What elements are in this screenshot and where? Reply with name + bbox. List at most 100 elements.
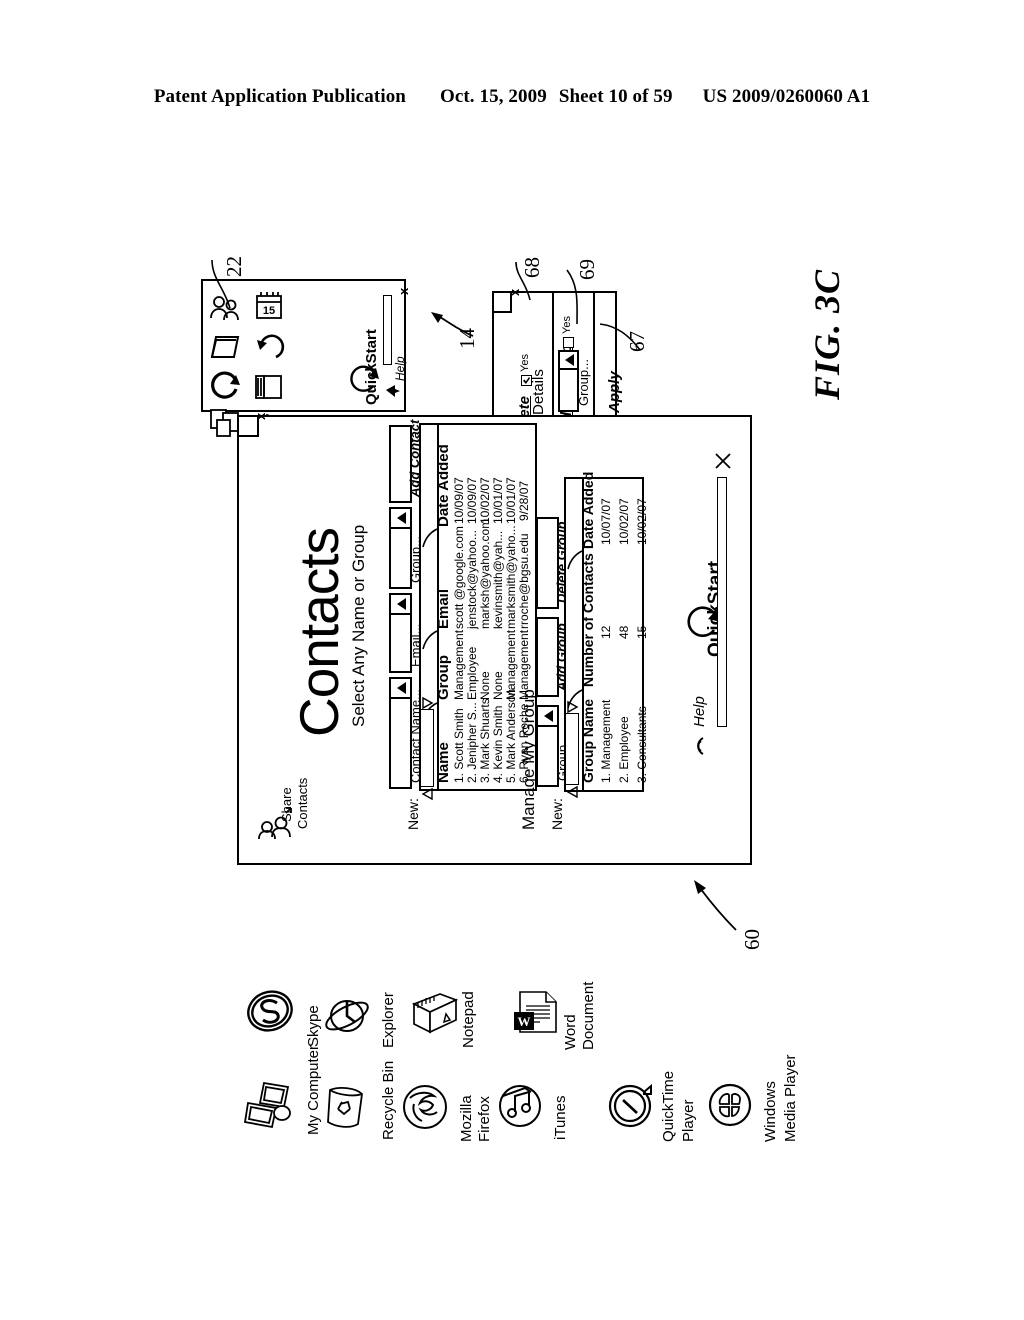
contacts-close-button[interactable]: x bbox=[237, 413, 268, 437]
col-header-group: Group bbox=[435, 655, 452, 700]
ref-numeral-22: 22 bbox=[222, 256, 246, 277]
ref-numeral-67: 67 bbox=[625, 331, 649, 352]
chevron-down-icon bbox=[565, 354, 574, 366]
help-phone-icon[interactable] bbox=[687, 735, 707, 757]
cell-name: 5. Mark Anderson bbox=[504, 688, 518, 783]
cell-name: 1. Scott Smith bbox=[452, 708, 466, 783]
share-contacts-label-2: Contacts bbox=[295, 777, 310, 829]
quickstart-brand: QuickStart bbox=[363, 329, 380, 405]
svg-text:W: W bbox=[518, 1014, 531, 1029]
quickstart-close-label[interactable]: x bbox=[396, 288, 411, 295]
tools-icon[interactable] bbox=[713, 451, 733, 471]
cell-date: 10/09/07 bbox=[465, 477, 479, 524]
ref-numeral-60: 60 bbox=[740, 929, 764, 950]
cell-group: None bbox=[478, 671, 492, 700]
manage-group-new-label: New: bbox=[549, 798, 565, 830]
cell-group: Employee bbox=[465, 646, 479, 700]
cell-date: 10/01/07 bbox=[504, 477, 518, 524]
desktop-icon-label: Notepad bbox=[460, 991, 477, 1048]
scroll-down-arrow-icon[interactable] bbox=[421, 696, 434, 710]
quickstart-progress-bar bbox=[383, 295, 392, 365]
word-document-icon: W bbox=[510, 988, 562, 1038]
desktop-icon-label-2: Media Player bbox=[782, 1054, 799, 1142]
folder-icon[interactable] bbox=[208, 331, 242, 365]
desktop-icon-label: Windows bbox=[762, 1081, 779, 1142]
scroll-up-arrow-icon[interactable] bbox=[421, 787, 434, 801]
delete-yes-checkbox[interactable] bbox=[521, 375, 532, 386]
cell-date: 10/02/07 bbox=[478, 477, 492, 524]
page-title: Contacts bbox=[288, 527, 350, 737]
desktop-icon-label: QuickTime bbox=[660, 1070, 677, 1142]
chevron-down-icon bbox=[544, 710, 553, 722]
cell-email: kevinsmith@yah... bbox=[491, 530, 505, 629]
cell-email: rroche@bgsu.edu bbox=[517, 533, 531, 629]
cell-group: Management bbox=[504, 629, 518, 700]
cell-group: None bbox=[491, 671, 505, 700]
new-contact-label: New: bbox=[405, 798, 421, 830]
cell-group-date: 10/07/07 bbox=[599, 498, 613, 545]
cell-name: 2. Jenipher S... bbox=[465, 702, 479, 783]
ref-numeral-68: 68 bbox=[520, 257, 544, 278]
desktop-icon-label: Skype bbox=[305, 1005, 322, 1047]
skype-icon bbox=[244, 985, 296, 1037]
chevron-down-icon bbox=[397, 682, 406, 694]
help-arrow-icon[interactable] bbox=[386, 385, 400, 397]
quicktime-player-icon bbox=[605, 1080, 655, 1130]
chevron-down-icon bbox=[397, 598, 406, 610]
desktop-icon-label: Word bbox=[562, 1014, 579, 1050]
footer-progress-bar bbox=[717, 477, 727, 727]
group-col-header-count: Number of Contacts bbox=[580, 553, 596, 687]
cell-group-date: 10/02/07 bbox=[635, 498, 649, 545]
back-arrow-icon[interactable] bbox=[251, 331, 285, 365]
contacts-table-scrollbar[interactable] bbox=[420, 709, 434, 787]
cell-email: scott @google.com bbox=[452, 526, 466, 629]
footer-help-label[interactable]: Help bbox=[691, 696, 708, 727]
figure-3c: FIG. 3C 15 QuickStart Help x 22 14 x Det… bbox=[0, 0, 1024, 1320]
cell-email: jenstock@yahoo... bbox=[465, 530, 479, 629]
cell-name: 3. Mark Shuarts bbox=[478, 698, 492, 783]
add-to-group-yes-checkbox[interactable] bbox=[563, 337, 574, 348]
cell-group-count: 48 bbox=[617, 625, 631, 639]
internet-explorer-icon bbox=[322, 992, 372, 1042]
cell-date: 10/09/07 bbox=[452, 477, 466, 524]
calendar-icon[interactable]: 15 bbox=[251, 289, 287, 325]
cell-group-date: 10/02/07 bbox=[617, 498, 631, 545]
col-header-date-added: Date Added bbox=[435, 444, 452, 527]
quickstart-help-label[interactable]: Help bbox=[393, 356, 407, 381]
contacts-col-sep-3 bbox=[421, 528, 439, 548]
groups-col-sep-2 bbox=[566, 550, 584, 570]
desktop-icon-label-2: Player bbox=[680, 1099, 697, 1142]
itunes-icon bbox=[495, 1080, 545, 1130]
col-header-name: Name bbox=[435, 742, 452, 783]
cell-email: marksh@yahoo.com bbox=[478, 518, 492, 629]
group-col-header-name: Group Name bbox=[580, 698, 596, 783]
notepad-icon bbox=[410, 990, 460, 1036]
contacts-col-sep-2 bbox=[421, 630, 439, 650]
cell-email: marksmith@yaho... bbox=[504, 525, 518, 629]
cell-group-count: 15 bbox=[635, 625, 649, 639]
chevron-down-icon bbox=[397, 512, 406, 524]
cell-group: Management bbox=[452, 629, 466, 700]
refresh-circle-icon[interactable] bbox=[208, 369, 242, 403]
scroll-up-arrow-icon[interactable] bbox=[566, 785, 579, 799]
notebook-icon[interactable] bbox=[251, 371, 285, 405]
cell-group-name: 2. Employee bbox=[617, 716, 631, 783]
ref-numeral-69: 69 bbox=[575, 259, 599, 280]
groups-table-scrollbar[interactable] bbox=[565, 713, 579, 785]
apply-label[interactable]: Apply bbox=[606, 371, 623, 413]
desktop-icon-label: Explorer bbox=[380, 992, 397, 1048]
details-close-button[interactable]: x bbox=[492, 289, 522, 313]
recycle-bin-icon bbox=[320, 1082, 370, 1132]
leader-arrow-60 bbox=[688, 878, 748, 938]
svg-text:15: 15 bbox=[263, 305, 275, 317]
cell-group-name: 1. Management bbox=[599, 699, 613, 783]
scroll-down-arrow-icon[interactable] bbox=[566, 700, 579, 714]
desktop-icon-label-2: Firefox bbox=[476, 1096, 493, 1142]
desktop-icon-label-2: Document bbox=[580, 981, 597, 1050]
desktop-icon-label: Mozilla bbox=[458, 1095, 475, 1142]
col-header-email: Email bbox=[435, 588, 452, 629]
mozilla-firefox-icon bbox=[400, 1082, 450, 1132]
cell-date: 10/01/07 bbox=[491, 477, 505, 524]
desktop-icon-label: Recycle Bin bbox=[380, 1060, 397, 1140]
my-computer-icon bbox=[240, 1077, 296, 1133]
